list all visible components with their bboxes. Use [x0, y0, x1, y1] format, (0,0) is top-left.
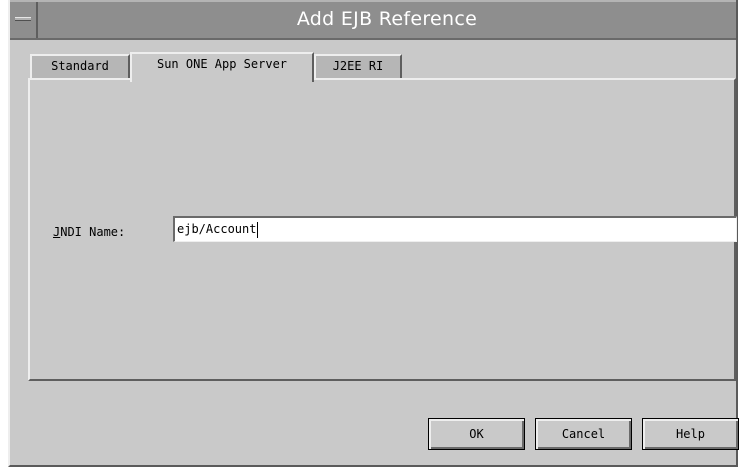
ok-button[interactable]: OK [428, 418, 525, 450]
jndi-name-value: ejb/Account [177, 222, 257, 236]
help-button[interactable]: Help [642, 418, 739, 450]
add-ejb-reference-dialog: Add EJB Reference Standard Sun ONE App S… [8, 0, 739, 467]
cancel-button-label: Cancel [561, 427, 606, 441]
title-bar: Add EJB Reference [10, 0, 736, 40]
ok-button-label: OK [469, 427, 484, 441]
window-menu-button[interactable] [10, 2, 38, 38]
tab-sun-one-app-server-label: Sun ONE App Server [156, 57, 288, 71]
jndi-name-input[interactable]: ejb/Account [173, 216, 737, 242]
help-button-label: Help [676, 427, 705, 441]
tab-standard-label: Standard [51, 59, 109, 73]
text-cursor [257, 221, 259, 238]
window-menu-icon [15, 17, 31, 21]
cancel-button[interactable]: Cancel [535, 418, 632, 450]
tab-j2ee-ri[interactable]: J2EE RI [314, 54, 402, 78]
window-title: Add EJB Reference [296, 8, 478, 30]
jndi-name-label: JNDI Name: [53, 225, 125, 239]
tab-j2ee-ri-label: J2EE RI [332, 59, 384, 73]
jndi-name-label-text: NDI Name: [60, 225, 126, 239]
tab-standard[interactable]: Standard [30, 54, 130, 78]
tab-panel-sun-one-app-server: JNDI Name: ejb/Account [28, 78, 737, 381]
tab-sun-one-app-server[interactable]: Sun ONE App Server [130, 52, 314, 82]
